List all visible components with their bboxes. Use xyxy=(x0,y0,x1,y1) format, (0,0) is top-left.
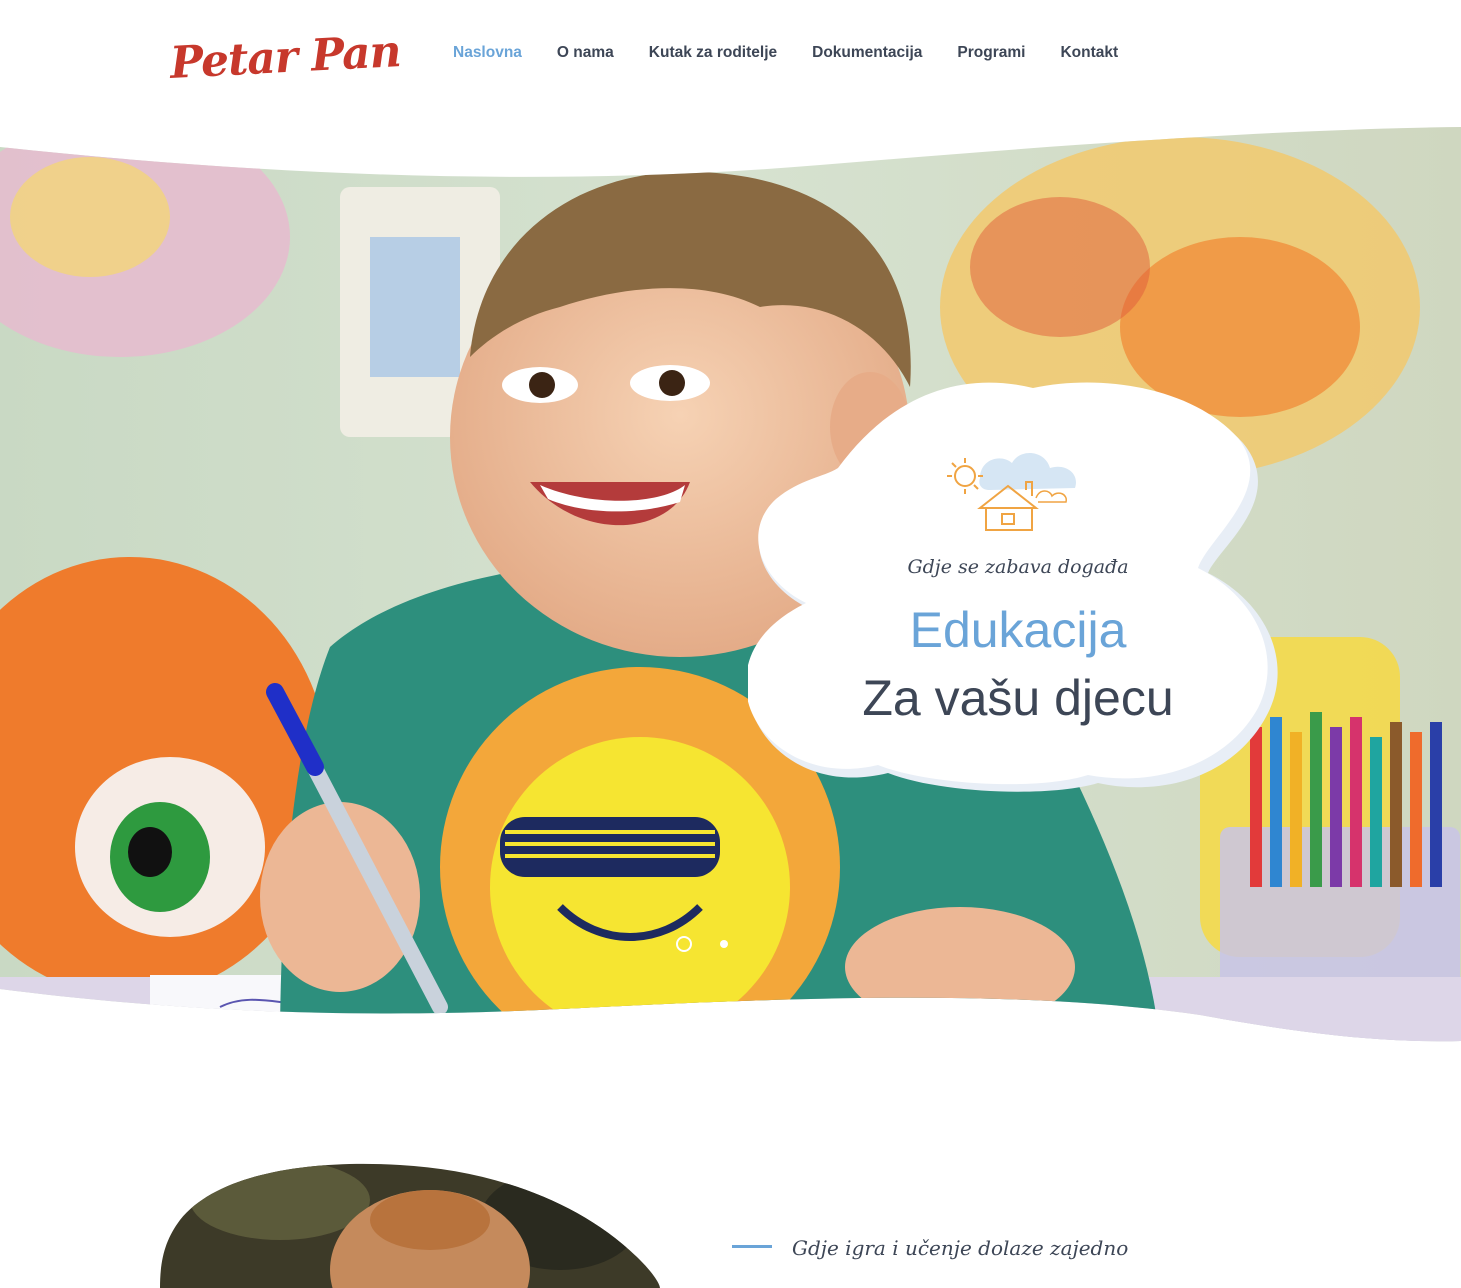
nav-item-programi[interactable]: Programi xyxy=(957,44,1025,62)
hero-title: Edukacija xyxy=(909,602,1127,658)
hero-subtitle: Za vašu djecu xyxy=(862,670,1174,726)
slider-dots xyxy=(676,935,736,953)
accent-line xyxy=(732,1245,772,1248)
hero-slider: Gdje se zabava događa Edukacija Za vašu … xyxy=(0,127,1461,1043)
site-header: Petar Pan Naslovna O nama Kutak za rodit… xyxy=(0,0,1461,110)
slider-dot-1[interactable] xyxy=(676,936,692,952)
about-photo xyxy=(160,1163,660,1288)
about-tagline: Gdje igra i učenje dolaze zajedno xyxy=(792,1236,1129,1260)
slider-dot-2[interactable] xyxy=(720,940,728,948)
logo[interactable]: Petar Pan xyxy=(169,22,402,94)
sun-house-clouds-icon xyxy=(947,452,1076,531)
hero-cloud xyxy=(748,382,1278,792)
main-nav: Naslovna O nama Kutak za roditelje Dokum… xyxy=(453,44,1118,62)
nav-item-o-nama[interactable]: O nama xyxy=(557,44,614,62)
nav-item-dokumentacija[interactable]: Dokumentacija xyxy=(812,44,922,62)
nav-item-kutak-za-roditelje[interactable]: Kutak za roditelje xyxy=(649,44,777,62)
nav-item-naslovna[interactable]: Naslovna xyxy=(453,44,522,62)
hero-tagline: Gdje se zabava događa xyxy=(907,556,1129,578)
nav-item-kontakt[interactable]: Kontakt xyxy=(1060,44,1118,62)
